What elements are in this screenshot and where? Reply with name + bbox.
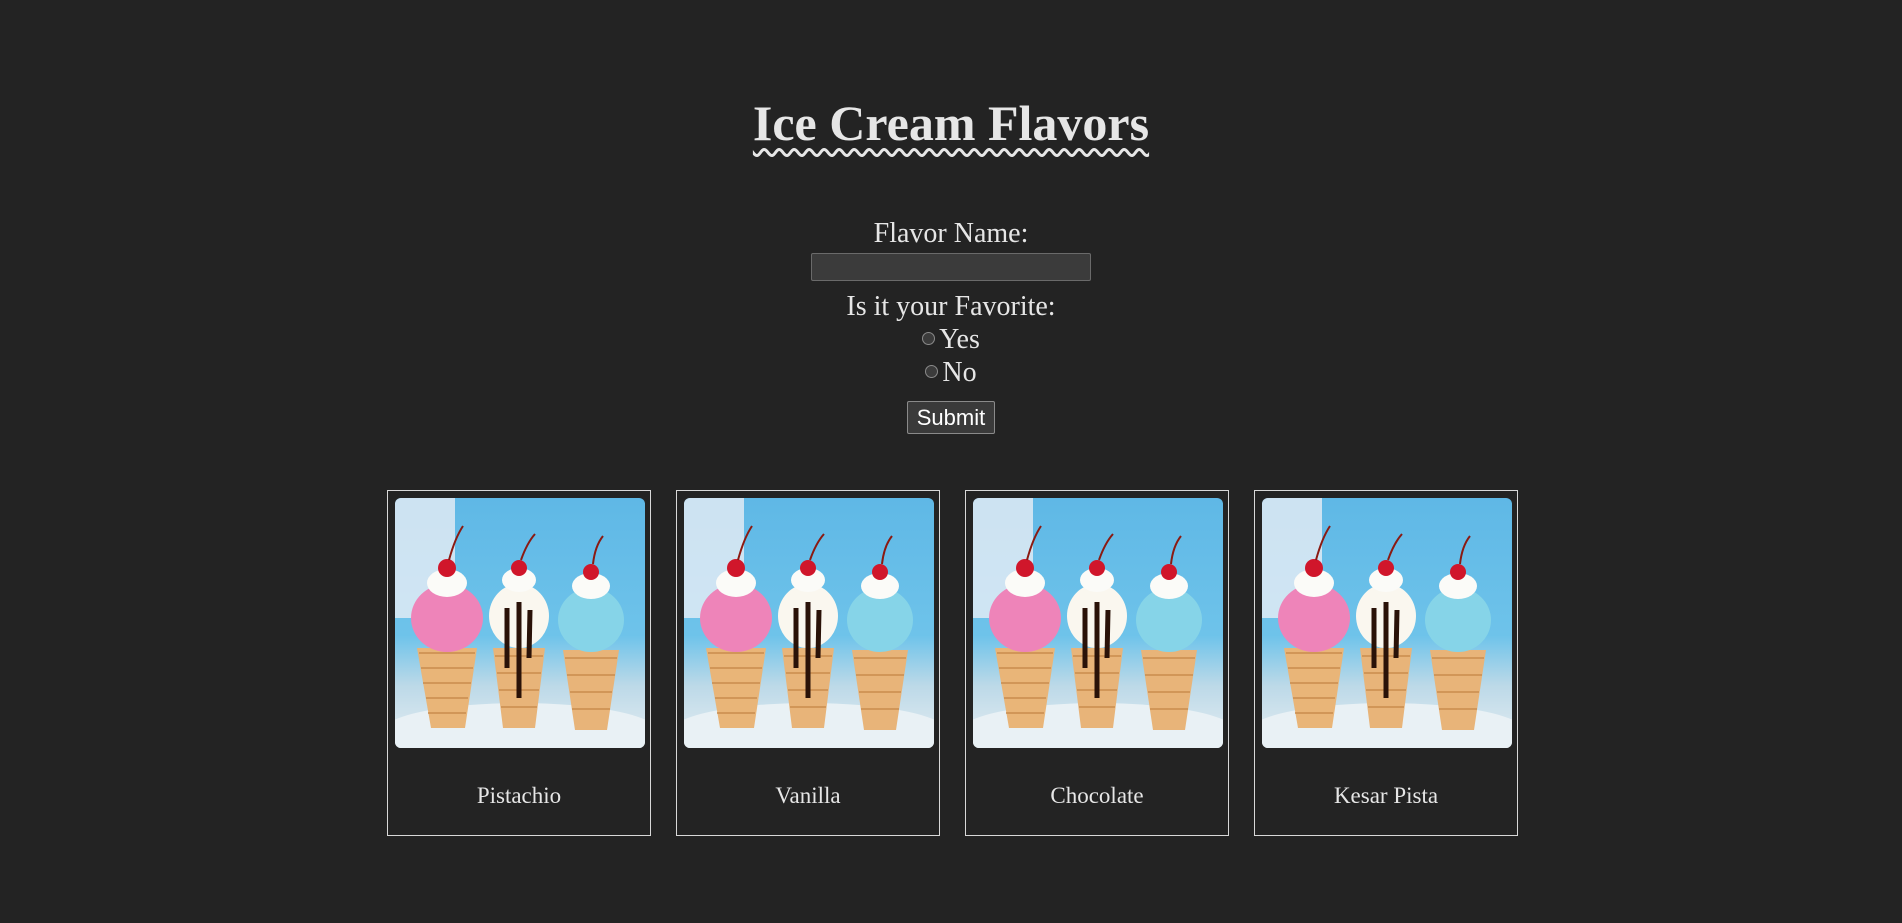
ice-cream-image — [395, 498, 645, 748]
flavor-form: Flavor Name: Is it your Favorite: Yes No… — [0, 218, 1902, 434]
flavor-card-name: Pistachio — [476, 783, 562, 808]
flavor-card[interactable]: Pistachio — [387, 490, 651, 836]
flavor-card[interactable]: Vanilla — [676, 490, 940, 836]
submit-button[interactable]: Submit — [906, 401, 996, 434]
radio-no-label: No — [942, 357, 977, 388]
radio-option-no[interactable]: No — [0, 356, 1902, 389]
radio-option-yes[interactable]: Yes — [0, 323, 1902, 356]
flavor-name-input[interactable] — [811, 253, 1091, 281]
ice-cream-image — [973, 498, 1223, 748]
page-title: Ice Cream Flavors — [752, 95, 1150, 151]
ice-cream-image — [1262, 498, 1512, 748]
flavor-card[interactable]: Kesar Pista — [1254, 490, 1518, 836]
flavor-cards: Pistachio Vanilla Chocolate Kesar Pista — [387, 490, 1518, 836]
favorite-label: Is it your Favorite: — [846, 291, 1056, 322]
flavor-card[interactable]: Chocolate — [965, 490, 1229, 836]
radio-yes[interactable] — [922, 332, 936, 346]
ice-cream-image — [684, 498, 934, 748]
radio-no[interactable] — [925, 365, 939, 379]
page: Ice Cream Flavors Flavor Name: Is it you… — [0, 0, 1902, 923]
flavor-card-name: Kesar Pista — [1333, 783, 1439, 808]
radio-yes-label: Yes — [939, 324, 980, 355]
flavor-card-name: Chocolate — [1050, 783, 1144, 808]
flavor-card-name: Vanilla — [775, 783, 841, 808]
flavor-name-label: Flavor Name: — [873, 218, 1029, 249]
